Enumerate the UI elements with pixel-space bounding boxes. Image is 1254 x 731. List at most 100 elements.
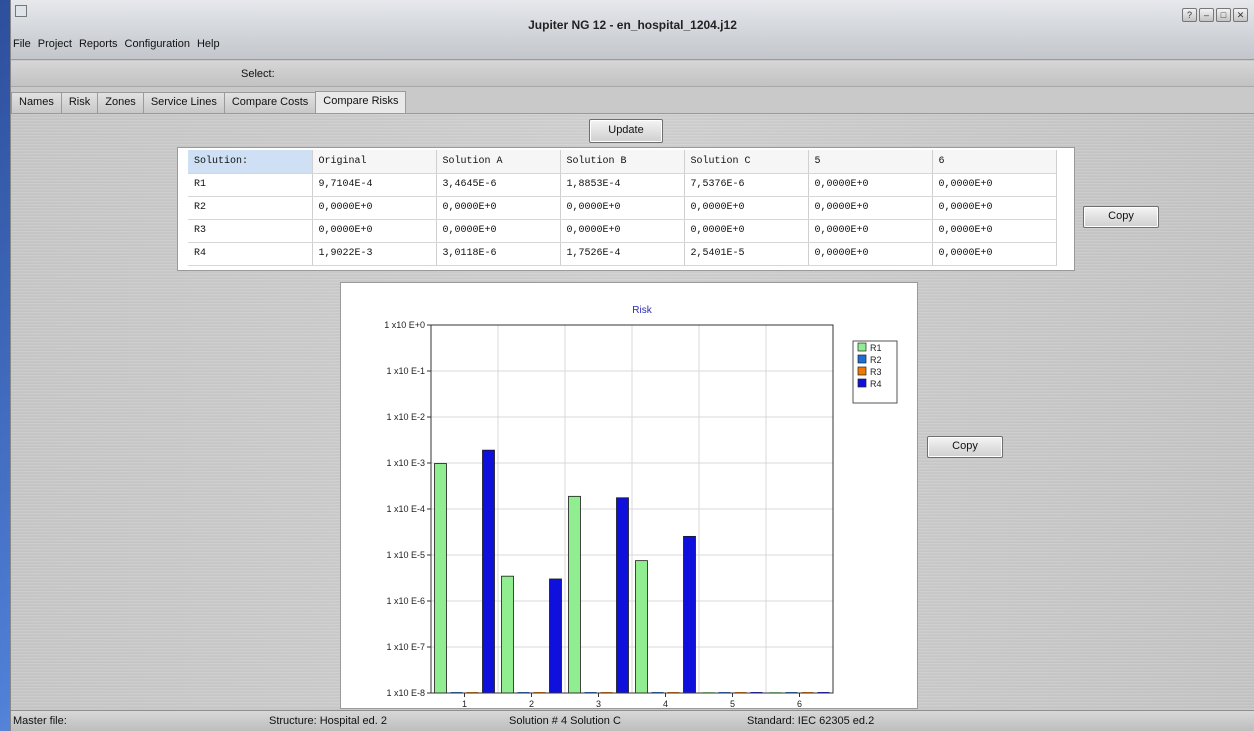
risk-table-panel: Solution: Original Solution A Solution B Sol… bbox=[177, 147, 1075, 271]
legend-swatch-r4 bbox=[857, 378, 867, 388]
table-cell[interactable]: 1,9022E-3 bbox=[312, 242, 437, 266]
menu-file[interactable]: File bbox=[13, 38, 31, 50]
status-solution: Solution # 4 Solution C bbox=[509, 715, 621, 727]
y-tick-label: 1 x10 E-1 bbox=[386, 366, 425, 376]
copy-table-button[interactable]: Copy bbox=[1083, 206, 1159, 228]
x-tick-label: 4 bbox=[663, 699, 668, 709]
window-controls: ? – □ ✕ bbox=[1182, 8, 1248, 22]
bar-r4-3 bbox=[616, 497, 629, 694]
x-tick-label: 3 bbox=[596, 699, 601, 709]
table-header-cell[interactable]: Original bbox=[312, 150, 437, 174]
table-cell[interactable]: 0,0000E+0 bbox=[932, 219, 1057, 243]
app-icon[interactable] bbox=[15, 5, 27, 17]
x-tick-label: 5 bbox=[730, 699, 735, 709]
copy-chart-button[interactable]: Copy bbox=[927, 436, 1003, 458]
bar-r1-1 bbox=[434, 463, 447, 694]
table-cell[interactable]: 3,0118E-6 bbox=[436, 242, 561, 266]
table-cell[interactable]: 2,5401E-5 bbox=[684, 242, 809, 266]
update-button[interactable]: Update bbox=[589, 119, 663, 143]
tab-compare-costs[interactable]: Compare Costs bbox=[223, 92, 317, 113]
title-bar: Jupiter NG 12 - en_hospital_1204.j12 ? –… bbox=[11, 0, 1254, 60]
y-tick-label: 1 x10 E-3 bbox=[386, 458, 425, 468]
table-cell[interactable]: 0,0000E+0 bbox=[436, 196, 561, 220]
risk-chart-panel: 1 x10 E+0 1 x10 E-1 1 x10 E-2 1 x10 E-3 1 x1… bbox=[340, 282, 918, 709]
bar-r1-2 bbox=[501, 575, 514, 694]
maximize-icon[interactable]: □ bbox=[1216, 8, 1231, 22]
table-header-cell[interactable]: 6 bbox=[932, 150, 1057, 174]
y-tick-label: 1 x10 E-2 bbox=[386, 412, 425, 422]
table-header-cell[interactable]: Solution: bbox=[188, 150, 313, 174]
x-tick-label: 6 bbox=[797, 699, 802, 709]
table-cell[interactable]: 0,0000E+0 bbox=[808, 196, 933, 220]
table-cell[interactable]: 0,0000E+0 bbox=[312, 219, 437, 243]
table-cell[interactable]: 0,0000E+0 bbox=[436, 219, 561, 243]
table-cell[interactable]: 0,0000E+0 bbox=[560, 196, 685, 220]
bar-r4-2 bbox=[549, 578, 562, 694]
menu-project[interactable]: Project bbox=[38, 38, 72, 50]
menu-configuration[interactable]: Configuration bbox=[125, 38, 190, 50]
tab-service-lines[interactable]: Service Lines bbox=[142, 92, 225, 113]
table-header-cell[interactable]: 5 bbox=[808, 150, 933, 174]
risk-table[interactable]: Solution: Original Solution A Solution B Sol… bbox=[188, 150, 1057, 266]
y-tick-label: 1 x10 E-5 bbox=[386, 550, 425, 560]
y-tick-label: 1 x10 E-6 bbox=[386, 596, 425, 606]
table-header-cell[interactable]: Solution B bbox=[560, 150, 685, 174]
select-label: Select: bbox=[241, 68, 275, 80]
status-bar: Master file: Structure: Hospital ed. 2 S… bbox=[11, 710, 1254, 731]
table-row[interactable]: R4 1,9022E-3 3,0118E-6 1,7526E-4 2,5401E-5 0,… bbox=[188, 242, 1057, 266]
table-cell[interactable]: 9,7104E-4 bbox=[312, 173, 437, 197]
table-cell[interactable]: 0,0000E+0 bbox=[560, 219, 685, 243]
y-tick-label: 1 x10 E+0 bbox=[384, 320, 425, 330]
tab-names[interactable]: Names bbox=[11, 92, 62, 113]
table-cell[interactable]: 0,0000E+0 bbox=[932, 242, 1057, 266]
table-row[interactable]: R1 9,7104E-4 3,4645E-6 1,8853E-4 7,5376E-6 0,… bbox=[188, 173, 1057, 197]
table-cell[interactable]: 0,0000E+0 bbox=[808, 242, 933, 266]
table-cell[interactable]: 0,0000E+0 bbox=[312, 196, 437, 220]
table-cell[interactable]: R4 bbox=[188, 242, 313, 266]
minimize-icon[interactable]: – bbox=[1199, 8, 1214, 22]
legend-label-r1: R1 bbox=[870, 343, 882, 353]
legend-label-r4: R4 bbox=[870, 379, 882, 389]
table-cell[interactable]: 1,8853E-4 bbox=[560, 173, 685, 197]
tab-zones[interactable]: Zones bbox=[97, 92, 144, 113]
table-header-cell[interactable]: Solution C bbox=[684, 150, 809, 174]
table-row[interactable]: R2 0,0000E+0 0,0000E+0 0,0000E+0 0,0000E+0 0,… bbox=[188, 196, 1057, 220]
tab-risk[interactable]: Risk bbox=[60, 92, 99, 113]
table-cell[interactable]: R3 bbox=[188, 219, 313, 243]
table-cell[interactable]: 0,0000E+0 bbox=[808, 219, 933, 243]
menu-reports[interactable]: Reports bbox=[79, 38, 118, 50]
table-cell[interactable]: R2 bbox=[188, 196, 313, 220]
legend-swatch-r3 bbox=[857, 366, 867, 376]
tab-compare-risks[interactable]: Compare Risks bbox=[315, 91, 407, 113]
chart-title: Risk bbox=[632, 305, 652, 316]
help-icon[interactable]: ? bbox=[1182, 8, 1197, 22]
table-cell[interactable]: R1 bbox=[188, 173, 313, 197]
table-cell[interactable]: 0,0000E+0 bbox=[932, 196, 1057, 220]
table-cell[interactable]: 0,0000E+0 bbox=[684, 196, 809, 220]
bar-r4-1 bbox=[482, 449, 495, 694]
x-tick-label: 1 bbox=[462, 699, 467, 709]
select-bar: Select: bbox=[11, 61, 1254, 87]
bar-r1-3 bbox=[568, 495, 581, 694]
y-tick-label: 1 x10 E-8 bbox=[386, 688, 425, 698]
legend-label-r2: R2 bbox=[870, 355, 882, 365]
legend-swatch-r2 bbox=[857, 354, 867, 364]
table-cell[interactable]: 0,0000E+0 bbox=[684, 219, 809, 243]
x-tick-label: 2 bbox=[529, 699, 534, 709]
menu-help[interactable]: Help bbox=[197, 38, 220, 50]
y-tick-label: 1 x10 E-7 bbox=[386, 642, 425, 652]
status-master-file: Master file: bbox=[13, 715, 67, 727]
bar-r1-4 bbox=[635, 560, 648, 694]
table-cell[interactable]: 1,7526E-4 bbox=[560, 242, 685, 266]
table-row[interactable]: R3 0,0000E+0 0,0000E+0 0,0000E+0 0,0000E+0 0,… bbox=[188, 219, 1057, 243]
table-cell[interactable]: 3,4645E-6 bbox=[436, 173, 561, 197]
table-cell[interactable]: 0,0000E+0 bbox=[932, 173, 1057, 197]
close-icon[interactable]: ✕ bbox=[1233, 8, 1248, 22]
legend-label-r3: R3 bbox=[870, 367, 882, 377]
table-cell[interactable]: 7,5376E-6 bbox=[684, 173, 809, 197]
table-cell[interactable]: 0,0000E+0 bbox=[808, 173, 933, 197]
tab-strip: Names Risk Zones Service Lines Compare C… bbox=[11, 91, 407, 113]
app-window: Jupiter NG 12 - en_hospital_1204.j12 ? –… bbox=[10, 0, 1254, 731]
table-header-row: Solution: Original Solution A Solution B Sol… bbox=[188, 150, 1057, 174]
table-header-cell[interactable]: Solution A bbox=[436, 150, 561, 174]
